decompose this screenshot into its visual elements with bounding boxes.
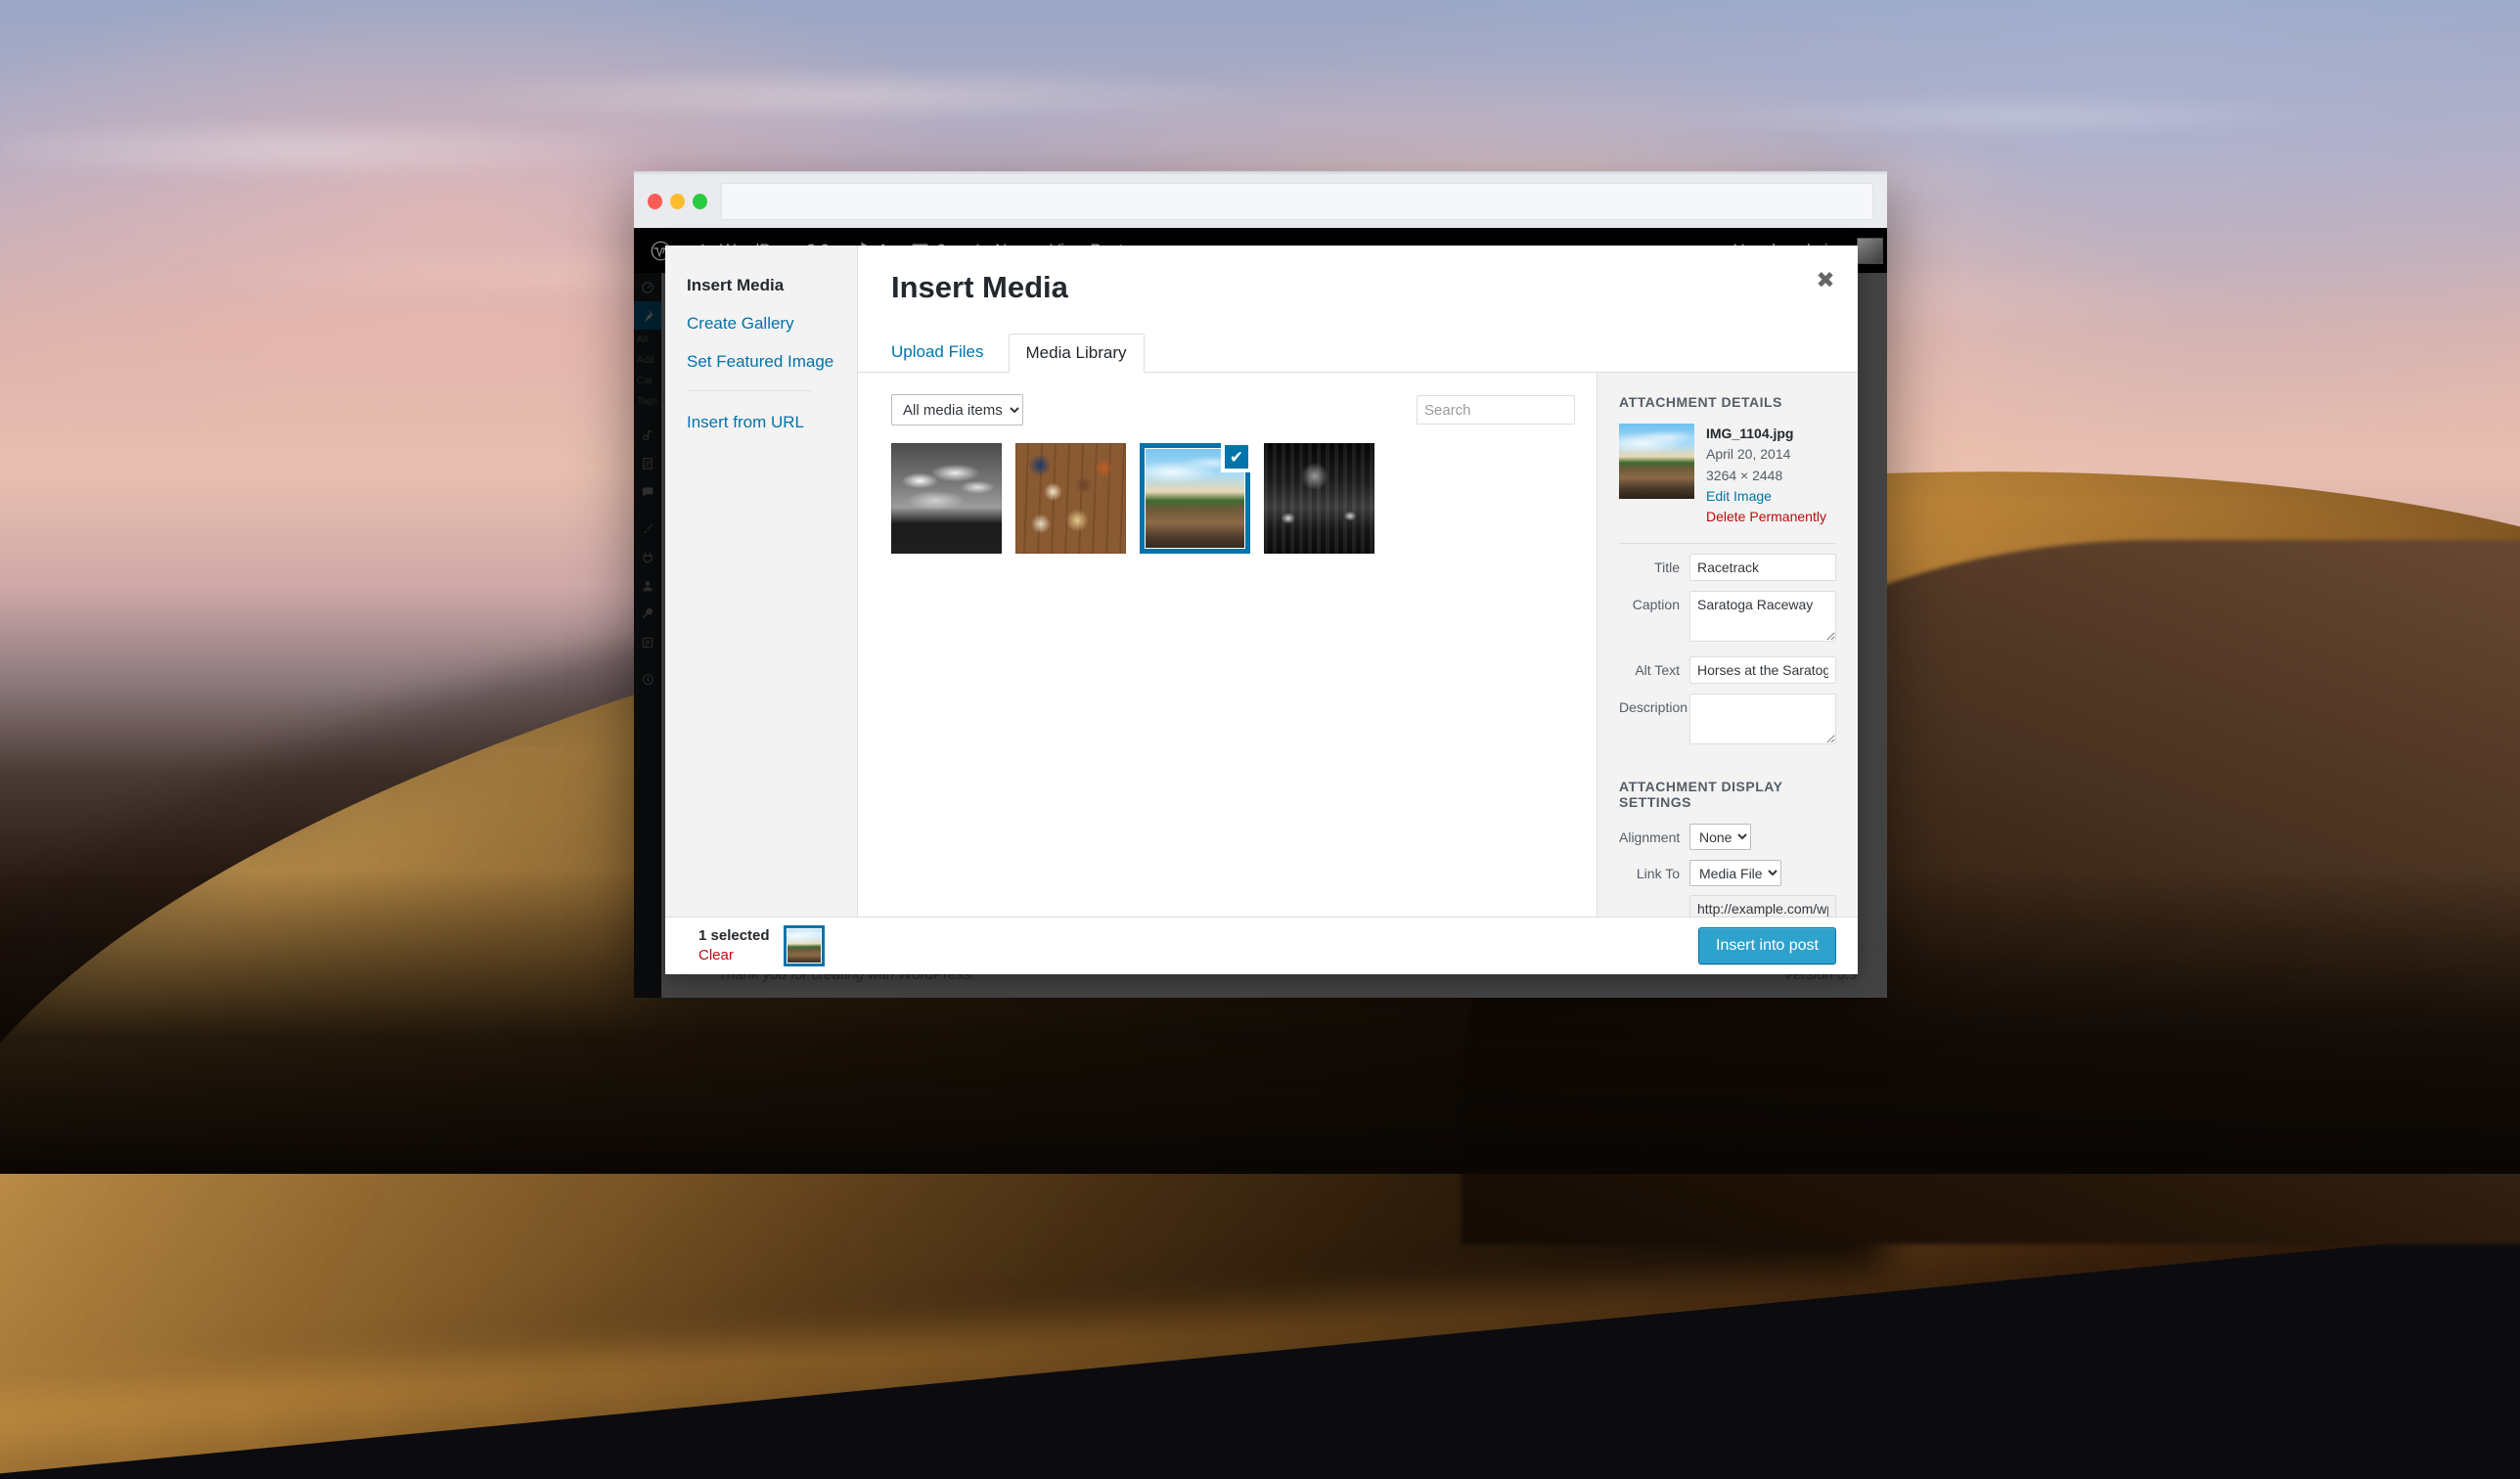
- maximize-window-button[interactable]: [693, 194, 707, 209]
- insert-into-post-button[interactable]: Insert into post: [1698, 927, 1836, 964]
- media-filter-select[interactable]: All media items: [891, 394, 1023, 426]
- attachment-details-summary: IMG_1104.jpg April 20, 2014 3264 × 2448 …: [1619, 424, 1836, 545]
- selected-attachment-thumbnail[interactable]: [783, 925, 825, 966]
- attachment-dimensions: 3264 × 2448: [1706, 467, 1783, 483]
- link-to-label: Link To: [1636, 866, 1680, 882]
- attachment-filename: IMG_1104.jpg: [1706, 426, 1794, 442]
- description-label: Description: [1619, 699, 1688, 716]
- field-caption: Caption Saratoga Raceway: [1619, 591, 1836, 647]
- description-field[interactable]: [1689, 694, 1836, 745]
- modal-tabs: Upload Files Media Library: [858, 313, 1858, 374]
- page-title: Insert Media: [891, 270, 1068, 304]
- delete-permanently-link[interactable]: Delete Permanently: [1706, 507, 1826, 527]
- modal-menu-item-create-gallery[interactable]: Create Gallery: [687, 314, 857, 334]
- field-title: Title: [1619, 554, 1836, 582]
- link-to-select[interactable]: Media File: [1689, 860, 1781, 887]
- minimize-window-button[interactable]: [670, 194, 685, 209]
- edit-image-link[interactable]: Edit Image: [1706, 486, 1826, 507]
- selection-count: 1 selected: [698, 926, 770, 944]
- attachment-clouds-over-water[interactable]: [891, 443, 1002, 555]
- title-field[interactable]: [1689, 554, 1836, 582]
- display-settings-heading: ATTACHMENT DISPLAY SETTINGS: [1619, 779, 1783, 811]
- window-controls: [648, 194, 707, 209]
- alignment-label: Alignment: [1619, 829, 1681, 846]
- modal-inner: Insert Media Create Gallery Set Featured…: [665, 246, 1858, 917]
- attachment-preview-thumbnail: [1619, 424, 1694, 500]
- insert-media-modal: ✖ Insert Media Create Gallery Set Featur…: [665, 246, 1858, 974]
- title-label: Title: [1654, 560, 1680, 576]
- attachment-details-heading: ATTACHMENT DETAILS: [1619, 394, 1782, 411]
- avatar[interactable]: [1857, 237, 1883, 264]
- tab-upload-files[interactable]: Upload Files: [891, 334, 999, 373]
- alt-text-field[interactable]: [1689, 656, 1836, 685]
- clear-selection-link[interactable]: Clear: [698, 946, 770, 965]
- search-input[interactable]: [1417, 395, 1575, 426]
- attachment-racetrack[interactable]: ✔: [1140, 441, 1252, 555]
- modal-content-area: All media items ✔ ATTAC: [858, 373, 1858, 917]
- selection-info: 1 selected Clear: [698, 926, 770, 966]
- modal-footer-toolbar: 1 selected Clear Insert into post: [665, 917, 1858, 974]
- modal-menu: Insert Media Create Gallery Set Featured…: [665, 246, 858, 917]
- attachment-night-building[interactable]: [1264, 443, 1374, 555]
- check-icon[interactable]: ✔: [1221, 441, 1252, 473]
- close-window-button[interactable]: [648, 194, 662, 209]
- attachment-details-sidebar: ATTACHMENT DETAILS IMG_1104.jpg April 20…: [1597, 373, 1858, 917]
- link-url-field[interactable]: [1689, 895, 1836, 917]
- field-alignment: Alignment None: [1619, 824, 1836, 851]
- alignment-select[interactable]: None: [1689, 824, 1751, 851]
- alt-text-label: Alt Text: [1635, 662, 1680, 679]
- field-alt-text: Alt Text: [1619, 656, 1836, 685]
- attachment-coffee-table-flatlay[interactable]: [1015, 443, 1126, 555]
- address-bar[interactable]: [721, 183, 1873, 220]
- field-description: Description: [1619, 694, 1836, 749]
- modal-main: Insert Media Upload Files Media Library …: [858, 246, 1858, 917]
- caption-field[interactable]: Saratoga Raceway: [1689, 591, 1836, 643]
- attachments-browser: All media items ✔: [858, 373, 1597, 917]
- attachments-grid: ✔: [858, 426, 1597, 917]
- modal-menu-item-insert-from-url[interactable]: Insert from URL: [687, 413, 857, 432]
- attachment-meta: IMG_1104.jpg April 20, 2014 3264 × 2448 …: [1706, 424, 1826, 527]
- modal-menu-item-set-featured-image[interactable]: Set Featured Image: [687, 352, 857, 372]
- caption-label: Caption: [1632, 597, 1680, 613]
- tab-media-library[interactable]: Media Library: [1008, 334, 1145, 374]
- media-toolbar: All media items: [858, 373, 1597, 426]
- modal-menu-item-insert-media[interactable]: Insert Media: [687, 276, 857, 295]
- field-link-to: Link To Media File: [1619, 860, 1836, 917]
- modal-menu-separator: [687, 390, 812, 391]
- attachment-date: April 20, 2014: [1706, 446, 1791, 463]
- browser-titlebar: [634, 171, 1887, 228]
